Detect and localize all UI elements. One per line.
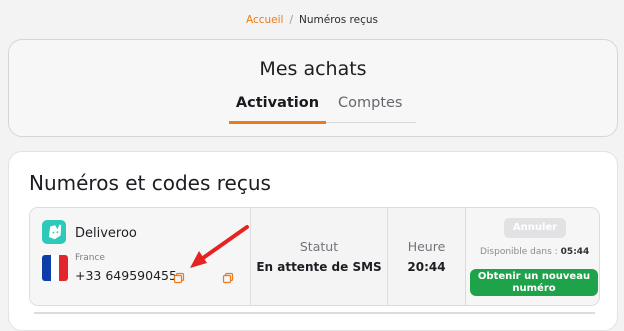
- phone-number: +33 649590455: [75, 268, 177, 283]
- country-label: France: [75, 253, 105, 263]
- tab-activation[interactable]: Activation: [229, 94, 326, 124]
- breadcrumb-home-link[interactable]: Accueil: [246, 14, 284, 26]
- breadcrumb: Accueil / Numéros reçus: [0, 14, 624, 26]
- status-value: En attente de SMS: [256, 260, 382, 274]
- availability-text: Disponible dans :05:44: [480, 247, 589, 257]
- status-cell: Statut En attente de SMS: [251, 208, 388, 305]
- time-value: 20:44: [407, 260, 446, 274]
- service-name: Deliveroo: [75, 226, 137, 241]
- tab-comptes[interactable]: Comptes: [338, 94, 403, 121]
- purchase-tabs: Activation Comptes: [229, 94, 416, 124]
- order-row: Deliveroo France +33 649590455 Statut En…: [29, 207, 600, 306]
- time-cell: Heure 20:44: [388, 208, 466, 305]
- copy-full-icon[interactable]: [222, 269, 234, 284]
- get-new-number-label-line2: numéro: [512, 283, 556, 294]
- france-flag-icon: [42, 255, 68, 281]
- get-new-number-button[interactable]: Obtenir un nouveau numéro: [470, 269, 598, 296]
- status-label: Statut: [299, 239, 339, 254]
- time-label: Heure: [407, 239, 446, 254]
- section-title: Numéros et codes reçus: [29, 171, 271, 195]
- get-new-number-label-line1: Obtenir un nouveau: [477, 271, 591, 282]
- availability-label: Disponible dans :: [480, 247, 558, 257]
- received-numbers-card: Numéros et codes reçus Deliveroo France …: [8, 151, 618, 331]
- purchases-header-card: Mes achats Activation Comptes: [8, 39, 618, 137]
- cancel-button[interactable]: Annuler: [504, 218, 566, 238]
- page-title: Mes achats: [259, 58, 367, 80]
- breadcrumb-current: Numéros reçus: [299, 14, 378, 26]
- availability-countdown: 05:44: [560, 247, 590, 257]
- copy-icon[interactable]: [173, 269, 185, 284]
- breadcrumb-separator: /: [289, 14, 294, 26]
- service-cell: Deliveroo France +33 649590455: [30, 208, 251, 305]
- deliveroo-icon: [42, 220, 66, 244]
- actions-cell: Annuler Disponible dans :05:44 Obtenir u…: [466, 208, 599, 305]
